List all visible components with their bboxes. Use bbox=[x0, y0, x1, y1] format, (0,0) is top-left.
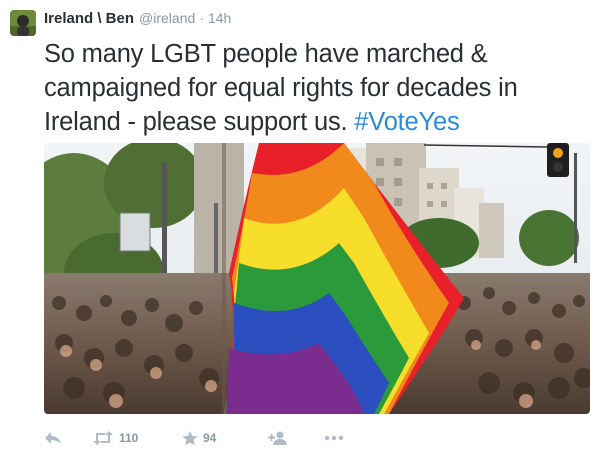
handle[interactable]: @ireland bbox=[139, 10, 195, 26]
retweet-count: 110 bbox=[119, 431, 139, 445]
photo-image bbox=[44, 143, 590, 414]
tweet-text-line-3: Ireland - please support us. bbox=[44, 108, 348, 136]
hashtag-link[interactable]: #VoteYes bbox=[354, 108, 459, 136]
tweet-actions: 110 94 bbox=[44, 426, 354, 450]
timestamp[interactable]: 14h bbox=[208, 10, 231, 26]
avatar[interactable] bbox=[10, 10, 36, 36]
tweet-header: Ireland \ Ben @ireland · 14h bbox=[44, 10, 231, 32]
favorite-count: 94 bbox=[203, 431, 217, 445]
display-name[interactable]: Ireland \ Ben bbox=[44, 10, 134, 27]
retweet-icon bbox=[93, 431, 113, 445]
follow-button[interactable] bbox=[268, 431, 324, 445]
reply-icon bbox=[45, 432, 61, 444]
follow-icon bbox=[268, 431, 287, 445]
avatar-image bbox=[10, 10, 36, 36]
more-button[interactable] bbox=[324, 435, 354, 441]
retweet-button[interactable]: 110 bbox=[92, 431, 182, 445]
tweet-text-line: Ireland - please support us. #VoteYes bbox=[44, 105, 594, 139]
tweet-text-line: So many LGBT people have marched & bbox=[44, 40, 488, 68]
more-icon bbox=[324, 435, 344, 441]
reply-button[interactable] bbox=[44, 431, 92, 445]
star-icon bbox=[182, 430, 198, 445]
tweet: Ireland \ Ben @ireland · 14h So many LGB… bbox=[0, 0, 600, 466]
favorite-button[interactable]: 94 bbox=[182, 430, 268, 446]
separator: · bbox=[199, 10, 204, 26]
tweet-text: So many LGBT people have marched & campa… bbox=[44, 37, 594, 139]
tweet-text-line: campaigned for equal rights for decades … bbox=[44, 74, 518, 102]
tweet-photo[interactable] bbox=[44, 143, 590, 414]
